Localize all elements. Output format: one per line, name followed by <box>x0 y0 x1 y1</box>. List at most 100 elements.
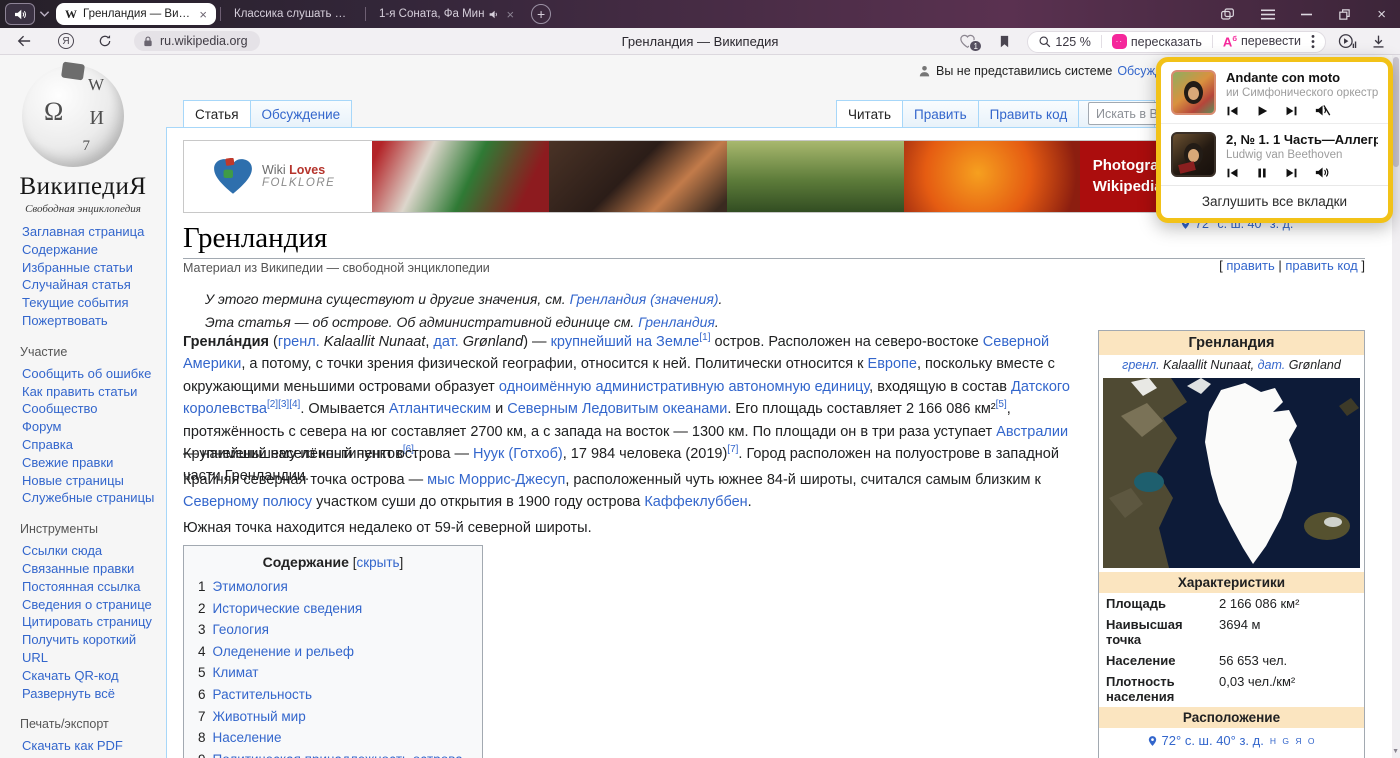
tab-close-icon[interactable]: × <box>506 8 514 21</box>
translate-button[interactable]: Aб перевести <box>1223 34 1301 49</box>
inline-link[interactable]: [5] <box>996 399 1007 410</box>
inline-link[interactable]: Европе <box>868 356 917 372</box>
sidebar-item-new-pages[interactable]: Новые страницы <box>22 472 162 490</box>
inline-link[interactable]: одноимённую административную автономную … <box>499 379 869 395</box>
sidebar-item-what-links-here[interactable]: Ссылки сюда <box>22 542 162 560</box>
play-icon[interactable] <box>1256 105 1268 117</box>
sidebar-item-expand-all[interactable]: Развернуть всё <box>22 685 162 703</box>
sidebar-item-related-changes[interactable]: Связанные правки <box>22 560 162 578</box>
inline-link[interactable]: Северным Ледовитым океанами <box>507 401 727 417</box>
inline-link[interactable]: скрыть <box>356 555 399 570</box>
infobox-coordinates[interactable]: 72° с. ш. 40° з. д. H G Я O <box>1099 728 1364 753</box>
toc-link[interactable]: Этимология <box>213 579 288 594</box>
back-button[interactable] <box>16 34 32 48</box>
restore-button[interactable] <box>1338 8 1351 21</box>
scrollbar-thumb[interactable] <box>1393 57 1399 167</box>
sidebar-item-qr-code[interactable]: Скачать QR-код <box>22 667 162 685</box>
next-track-icon[interactable] <box>1285 105 1298 117</box>
new-tab-button[interactable]: + <box>531 4 551 24</box>
previous-track-icon[interactable] <box>1226 105 1239 117</box>
inline-link[interactable]: Нуук (Готхоб) <box>473 446 563 462</box>
sidebar-item-community[interactable]: Сообщество <box>22 400 162 418</box>
scrollbar[interactable]: ▼ <box>1392 55 1400 758</box>
browser-sound-button[interactable] <box>5 3 35 25</box>
sidebar-item-page-info[interactable]: Сведения о странице <box>22 596 162 614</box>
downloads-button[interactable] <box>1371 34 1386 49</box>
sidebar-item-recent-changes[interactable]: Свежие правки <box>22 454 162 472</box>
side-panel-button[interactable] <box>1220 7 1235 21</box>
inline-link[interactable]: гренл. <box>278 334 320 350</box>
inline-link[interactable]: править код <box>1285 258 1357 273</box>
next-track-icon[interactable] <box>1285 167 1298 179</box>
toc-item[interactable]: 6Растительность <box>198 684 468 706</box>
sidebar-item-random[interactable]: Случайная статья <box>22 276 162 294</box>
toc-item[interactable]: 1Этимология <box>198 576 468 598</box>
sidebar-item-help[interactable]: Справка <box>22 436 162 454</box>
inline-link[interactable]: дат. <box>1258 358 1286 372</box>
yandex-search-icon[interactable]: Я <box>58 33 74 49</box>
menu-button[interactable] <box>1261 9 1275 20</box>
sidebar-item-forum[interactable]: Форум <box>22 418 162 436</box>
sidebar-item-download-pdf[interactable]: Скачать как PDF <box>22 737 162 755</box>
toc-link[interactable]: Политическая принадлежность острова <box>213 752 463 758</box>
inline-link[interactable]: мыс Моррис-Джесуп <box>427 472 565 488</box>
tab-audio-icon[interactable] <box>489 10 499 19</box>
wikipedia-wordmark[interactable]: ВикипедиЯ <box>0 173 166 201</box>
close-button[interactable]: × <box>1377 6 1386 23</box>
minimize-button[interactable] <box>1301 13 1312 16</box>
reload-button[interactable] <box>98 34 112 48</box>
tab-classical-music[interactable]: Классика слушать онлайн <box>225 3 361 25</box>
toc-link[interactable]: Геология <box>213 622 269 637</box>
toc-item[interactable]: 5Климат <box>198 662 468 684</box>
inline-link[interactable]: править <box>1226 258 1274 273</box>
tab-article[interactable]: Статья <box>183 100 251 127</box>
tab-close-icon[interactable]: × <box>199 8 207 21</box>
tab-sonata[interactable]: 1-я Соната, Фа Мин × <box>370 3 523 25</box>
reactions-button[interactable]: 1 <box>959 34 976 49</box>
sidebar-item-permanent-link[interactable]: Постоянная ссылка <box>22 578 162 596</box>
url-field[interactable]: ru.wikipedia.org <box>134 31 260 51</box>
inline-link[interactable]: гренл. <box>1122 358 1159 372</box>
inline-link[interactable]: Гренландия (значения) <box>570 291 719 307</box>
toc-item[interactable]: 7Животный мир <box>198 706 468 728</box>
media-player-button[interactable] <box>1338 33 1357 50</box>
toc-item[interactable]: 9Политическая принадлежность острова <box>198 749 468 758</box>
mute-all-tabs-button[interactable]: Заглушить все вкладки <box>1161 185 1388 218</box>
sidebar-item-special-pages[interactable]: Служебные страницы <box>22 489 162 507</box>
pause-icon[interactable] <box>1256 167 1268 179</box>
tab-list-chevron[interactable] <box>39 10 50 18</box>
geohack-links[interactable]: H G Я O <box>1270 736 1317 746</box>
toc-link[interactable]: Население <box>213 730 282 745</box>
sidebar-item-main-page[interactable]: Заглавная страница <box>22 223 162 241</box>
toc-item[interactable]: 8Население <box>198 727 468 749</box>
bookmark-button[interactable] <box>998 34 1011 49</box>
tab-edit-source[interactable]: Править код <box>978 100 1080 127</box>
inline-link[interactable]: Австралии <box>996 424 1068 440</box>
inline-link[interactable]: [7] <box>727 444 738 455</box>
inline-link[interactable]: дат. <box>433 334 458 350</box>
toc-item[interactable]: 2Исторические сведения <box>198 598 468 620</box>
tab-discussion[interactable]: Обсуждение <box>250 100 353 127</box>
inline-link[interactable]: крупнейший на Земле <box>551 334 700 350</box>
greenland-satellite-image[interactable] <box>1103 378 1360 568</box>
inline-link[interactable]: Северному полюсу <box>183 494 312 510</box>
toc-link[interactable]: Животный мир <box>213 709 306 724</box>
inline-link[interactable]: Атлантическим <box>389 401 491 417</box>
sidebar-item-contents[interactable]: Содержание <box>22 241 162 259</box>
tab-read[interactable]: Читать <box>836 100 903 127</box>
wikipedia-globe-logo[interactable]: Ω W И 7 <box>22 65 124 167</box>
previous-track-icon[interactable] <box>1226 167 1239 179</box>
scrollbar-down-arrow[interactable]: ▼ <box>1392 748 1399 755</box>
retell-button[interactable]: ·· пересказать <box>1112 34 1202 49</box>
more-options-button[interactable] <box>1311 34 1315 49</box>
sidebar-item-cite-page[interactable]: Цитировать страницу <box>22 613 162 631</box>
zoom-level-button[interactable]: 125 % <box>1038 35 1090 49</box>
muted-speaker-icon[interactable] <box>1315 104 1331 117</box>
toc-link[interactable]: Оледенение и рельеф <box>213 644 354 659</box>
toc-link[interactable]: Растительность <box>213 687 312 702</box>
inline-link[interactable]: Гренландия <box>638 314 715 330</box>
toc-item[interactable]: 4Оледенение и рельеф <box>198 641 468 663</box>
sidebar-item-donate[interactable]: Пожертвовать <box>22 312 162 330</box>
sidebar-item-report-error[interactable]: Сообщить об ошибке <box>22 365 162 383</box>
inline-link[interactable]: Каффеклуббен <box>644 494 747 510</box>
